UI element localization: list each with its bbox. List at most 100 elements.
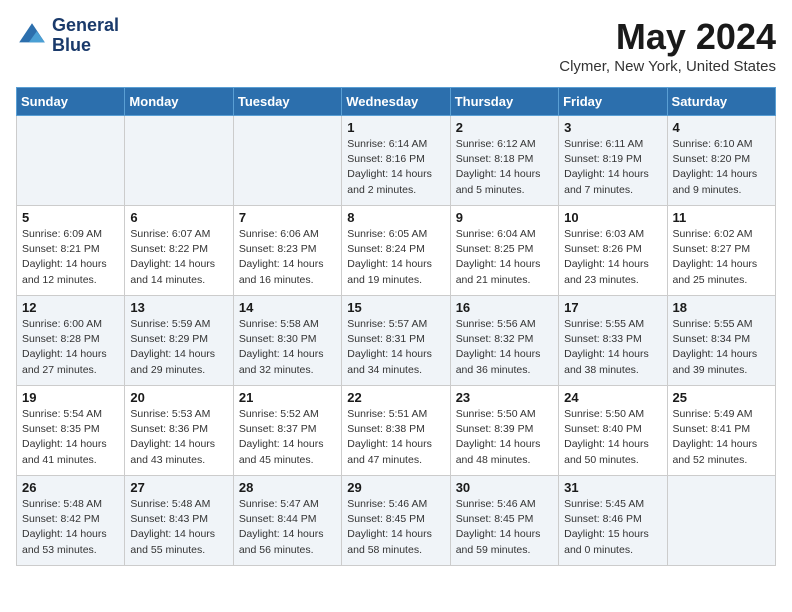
calendar-cell: 4Sunrise: 6:10 AMSunset: 8:20 PMDaylight…: [667, 116, 775, 206]
calendar-cell: 18 Sunrise: 5:55 AMSunset: 8:34 PMDayligh…: [667, 296, 775, 386]
weekday-header-thursday: Thursday: [450, 88, 558, 116]
day-number: 30: [456, 480, 553, 495]
day-number: 7: [239, 210, 336, 225]
day-number: 5: [22, 210, 119, 225]
day-info: Sunrise: 5:59 AMSunset: 8:29 PMDaylight:…: [130, 317, 227, 378]
calendar-table: SundayMondayTuesdayWednesdayThursdayFrid…: [16, 87, 776, 566]
weekday-header-saturday: Saturday: [667, 88, 775, 116]
day-number: 12: [22, 300, 119, 315]
day-number: 9: [456, 210, 553, 225]
day-info: Sunrise: 6:02 AMSunset: 8:27 PMDaylight:…: [673, 227, 770, 288]
weekday-header-sunday: Sunday: [17, 88, 125, 116]
day-info: Sunrise: 5:55 AMSunset: 8:34 PMDaylight:…: [673, 317, 770, 378]
calendar-cell: 14 Sunrise: 5:58 AMSunset: 8:30 PMDayligh…: [233, 296, 341, 386]
day-number: 28: [239, 480, 336, 495]
day-info: Sunrise: 5:48 AMSunset: 8:42 PMDaylight:…: [22, 497, 119, 558]
calendar-cell: 26 Sunrise: 5:48 AMSunset: 8:42 PMDayligh…: [17, 476, 125, 566]
calendar-cell: [233, 116, 341, 206]
day-info: Sunrise: 6:06 AMSunset: 8:23 PMDaylight:…: [239, 227, 336, 288]
day-number: 8: [347, 210, 444, 225]
calendar-cell: 31 Sunrise: 5:45 AMSunset: 8:46 PMDayligh…: [559, 476, 667, 566]
day-info: Sunrise: 5:50 AMSunset: 8:39 PMDaylight:…: [456, 407, 553, 468]
calendar-cell: 21 Sunrise: 5:52 AMSunset: 8:37 PMDayligh…: [233, 386, 341, 476]
day-number: 3: [564, 120, 661, 135]
calendar-cell: [125, 116, 233, 206]
day-number: 26: [22, 480, 119, 495]
day-number: 25: [673, 390, 770, 405]
day-info: Sunrise: 5:49 AMSunset: 8:41 PMDaylight:…: [673, 407, 770, 468]
day-number: 6: [130, 210, 227, 225]
calendar-cell: 24Sunrise: 5:50 AMSunset: 8:40 PMDayligh…: [559, 386, 667, 476]
calendar-cell: [17, 116, 125, 206]
calendar-cell: 10Sunrise: 6:03 AMSunset: 8:26 PMDayligh…: [559, 206, 667, 296]
day-number: 2: [456, 120, 553, 135]
calendar-week-row: 12 Sunrise: 6:00 AMSunset: 8:28 PMDayligh…: [17, 296, 776, 386]
calendar-cell: 15Sunrise: 5:57 AMSunset: 8:31 PMDayligh…: [342, 296, 450, 386]
weekday-header-friday: Friday: [559, 88, 667, 116]
day-info: Sunrise: 6:04 AMSunset: 8:25 PMDaylight:…: [456, 227, 553, 288]
day-info: Sunrise: 6:09 AMSunset: 8:21 PMDaylight:…: [22, 227, 119, 288]
weekday-header-wednesday: Wednesday: [342, 88, 450, 116]
calendar-cell: 6 Sunrise: 6:07 AMSunset: 8:22 PMDaylight…: [125, 206, 233, 296]
logo-icon: [16, 20, 48, 52]
day-number: 31: [564, 480, 661, 495]
day-info: Sunrise: 6:03 AMSunset: 8:26 PMDaylight:…: [564, 227, 661, 288]
calendar-cell: 8 Sunrise: 6:05 AMSunset: 8:24 PMDaylight…: [342, 206, 450, 296]
calendar-cell: 12 Sunrise: 6:00 AMSunset: 8:28 PMDayligh…: [17, 296, 125, 386]
day-number: 11: [673, 210, 770, 225]
calendar-week-row: 1Sunrise: 6:14 AMSunset: 8:16 PMDaylight…: [17, 116, 776, 206]
day-info: Sunrise: 5:52 AMSunset: 8:37 PMDaylight:…: [239, 407, 336, 468]
day-info: Sunrise: 5:47 AMSunset: 8:44 PMDaylight:…: [239, 497, 336, 558]
day-number: 20: [130, 390, 227, 405]
day-number: 4: [673, 120, 770, 135]
day-number: 22: [347, 390, 444, 405]
day-info: Sunrise: 6:05 AMSunset: 8:24 PMDaylight:…: [347, 227, 444, 288]
day-info: Sunrise: 5:50 AMSunset: 8:40 PMDaylight:…: [564, 407, 661, 468]
logo: General Blue: [16, 16, 119, 56]
calendar-week-row: 26 Sunrise: 5:48 AMSunset: 8:42 PMDayligh…: [17, 476, 776, 566]
calendar-cell: 25 Sunrise: 5:49 AMSunset: 8:41 PMDayligh…: [667, 386, 775, 476]
calendar-cell: 23 Sunrise: 5:50 AMSunset: 8:39 PMDayligh…: [450, 386, 558, 476]
day-info: Sunrise: 5:58 AMSunset: 8:30 PMDaylight:…: [239, 317, 336, 378]
day-number: 21: [239, 390, 336, 405]
day-info: Sunrise: 6:11 AMSunset: 8:19 PMDaylight:…: [564, 137, 661, 198]
weekday-header-monday: Monday: [125, 88, 233, 116]
calendar-cell: 22 Sunrise: 5:51 AMSunset: 8:38 PMDayligh…: [342, 386, 450, 476]
day-info: Sunrise: 5:48 AMSunset: 8:43 PMDaylight:…: [130, 497, 227, 558]
day-info: Sunrise: 5:53 AMSunset: 8:36 PMDaylight:…: [130, 407, 227, 468]
calendar-cell: 19Sunrise: 5:54 AMSunset: 8:35 PMDayligh…: [17, 386, 125, 476]
month-title: May 2024: [559, 16, 776, 58]
day-number: 16: [456, 300, 553, 315]
day-info: Sunrise: 5:54 AMSunset: 8:35 PMDaylight:…: [22, 407, 119, 468]
calendar-week-row: 5 Sunrise: 6:09 AMSunset: 8:21 PMDaylight…: [17, 206, 776, 296]
day-info: Sunrise: 5:45 AMSunset: 8:46 PMDaylight:…: [564, 497, 661, 558]
calendar-cell: 30 Sunrise: 5:46 AMSunset: 8:45 PMDayligh…: [450, 476, 558, 566]
day-number: 13: [130, 300, 227, 315]
day-info: Sunrise: 6:07 AMSunset: 8:22 PMDaylight:…: [130, 227, 227, 288]
calendar-cell: 29Sunrise: 5:46 AMSunset: 8:45 PMDayligh…: [342, 476, 450, 566]
day-info: Sunrise: 6:12 AMSunset: 8:18 PMDaylight:…: [456, 137, 553, 198]
calendar-cell: 7 Sunrise: 6:06 AMSunset: 8:23 PMDaylight…: [233, 206, 341, 296]
calendar-cell: [667, 476, 775, 566]
title-block: May 2024 Clymer, New York, United States: [559, 16, 776, 75]
calendar-cell: 3 Sunrise: 6:11 AMSunset: 8:19 PMDaylight…: [559, 116, 667, 206]
day-info: Sunrise: 6:00 AMSunset: 8:28 PMDaylight:…: [22, 317, 119, 378]
day-info: Sunrise: 5:46 AMSunset: 8:45 PMDaylight:…: [347, 497, 444, 558]
day-info: Sunrise: 5:51 AMSunset: 8:38 PMDaylight:…: [347, 407, 444, 468]
calendar-cell: 1Sunrise: 6:14 AMSunset: 8:16 PMDaylight…: [342, 116, 450, 206]
page-header: General Blue May 2024 Clymer, New York, …: [16, 16, 776, 75]
calendar-header-row: SundayMondayTuesdayWednesdayThursdayFrid…: [17, 88, 776, 116]
logo-text: General Blue: [52, 16, 119, 56]
weekday-header-tuesday: Tuesday: [233, 88, 341, 116]
calendar-cell: 28 Sunrise: 5:47 AMSunset: 8:44 PMDayligh…: [233, 476, 341, 566]
day-info: Sunrise: 5:46 AMSunset: 8:45 PMDaylight:…: [456, 497, 553, 558]
day-number: 17: [564, 300, 661, 315]
day-number: 23: [456, 390, 553, 405]
calendar-cell: 9 Sunrise: 6:04 AMSunset: 8:25 PMDaylight…: [450, 206, 558, 296]
day-number: 14: [239, 300, 336, 315]
calendar-cell: 5 Sunrise: 6:09 AMSunset: 8:21 PMDaylight…: [17, 206, 125, 296]
calendar-cell: 20 Sunrise: 5:53 AMSunset: 8:36 PMDayligh…: [125, 386, 233, 476]
calendar-week-row: 19Sunrise: 5:54 AMSunset: 8:35 PMDayligh…: [17, 386, 776, 476]
day-number: 18: [673, 300, 770, 315]
day-number: 1: [347, 120, 444, 135]
